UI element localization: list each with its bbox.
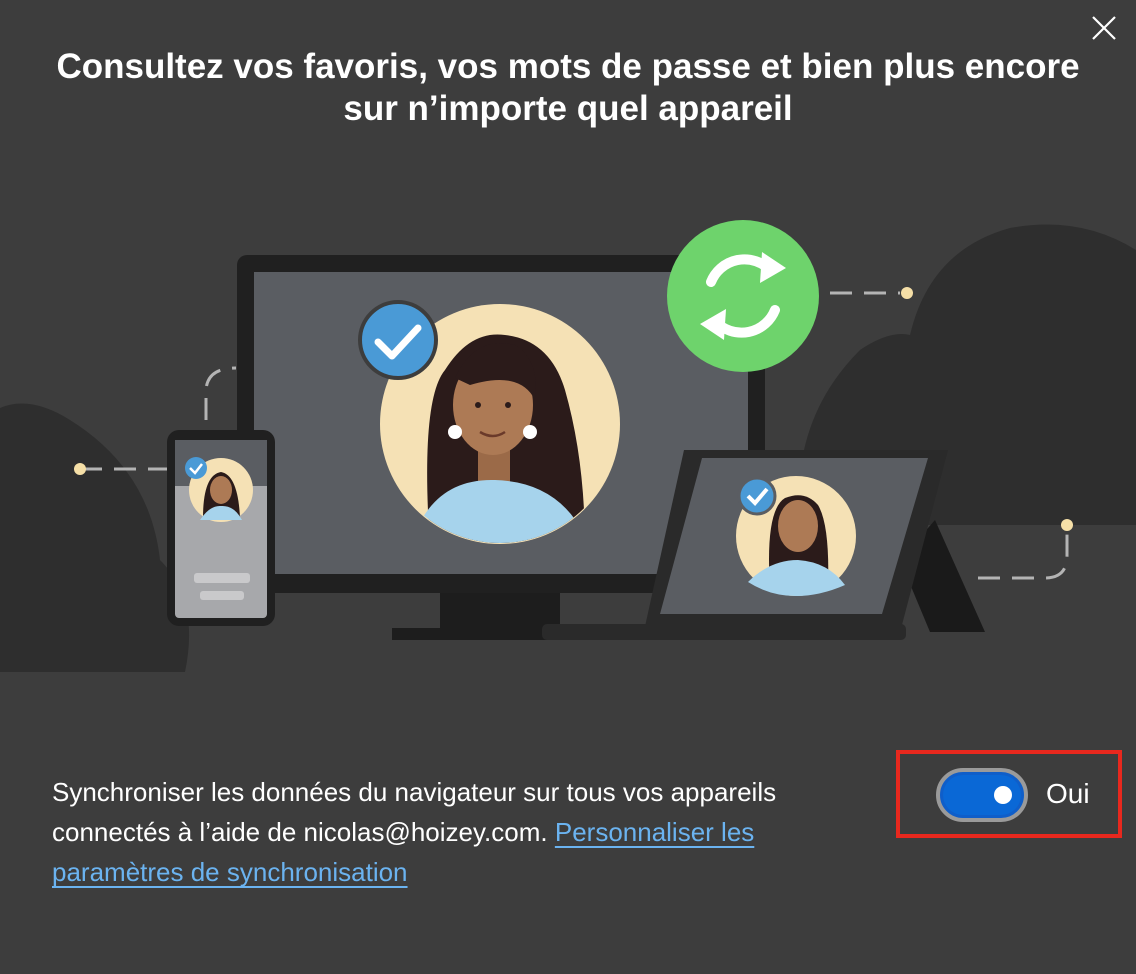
title-line-2: sur n’importe quel appareil [343, 89, 793, 128]
toggle-state-label: Oui [1046, 778, 1090, 809]
phone-device [167, 430, 275, 626]
close-icon [1092, 16, 1116, 40]
devices-sync-illustration [0, 220, 1136, 672]
sync-badge [667, 220, 819, 372]
sync-toggle-switch[interactable] [936, 768, 1028, 822]
sync-toggle-group: Oui [896, 750, 1122, 838]
dialog-title: Consultez vos favoris, vos mots de passe… [40, 46, 1096, 130]
close-button[interactable] [1084, 8, 1124, 48]
title-line-1: Consultez vos favoris, vos mots de passe… [56, 47, 1080, 86]
toggle-knob [994, 786, 1012, 804]
sync-description: Synchroniser les données du navigateur s… [52, 772, 862, 892]
sync-dialog: Consultez vos favoris, vos mots de passe… [0, 0, 1136, 974]
